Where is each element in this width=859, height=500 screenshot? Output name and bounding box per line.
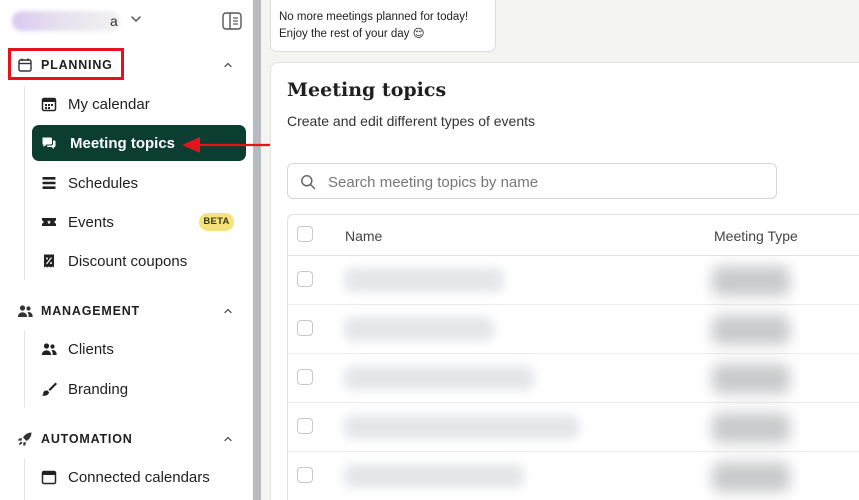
chat-bubbles-icon bbox=[42, 137, 56, 149]
tree-line bbox=[24, 331, 25, 407]
sidebar-item-label: Branding bbox=[68, 381, 129, 398]
toast-line-1: No more meetings planned for today! bbox=[279, 11, 469, 23]
calendar-icon bbox=[41, 470, 57, 485]
blurred-topic-name[interactable] bbox=[344, 268, 504, 292]
section-title: MANAGEMENT bbox=[41, 304, 140, 318]
blurred-topic-name[interactable] bbox=[344, 415, 579, 439]
coupon-icon bbox=[44, 254, 54, 268]
paintbrush-icon bbox=[42, 382, 57, 396]
section-management[interactable]: MANAGEMENT bbox=[0, 297, 253, 325]
table-row[interactable] bbox=[288, 403, 859, 452]
blurred-topic-name[interactable] bbox=[344, 464, 524, 488]
beta-badge: BETA bbox=[199, 213, 234, 231]
table-row[interactable] bbox=[288, 256, 859, 305]
users-icon bbox=[17, 305, 33, 317]
sidebar-item-label: My calendar bbox=[68, 96, 150, 113]
chevron-up-icon[interactable] bbox=[223, 60, 233, 70]
main-content: Meeting topics Create and edit different… bbox=[270, 62, 859, 500]
notification-toast: No more meetings planned for today! Enjo… bbox=[270, 0, 496, 52]
table-row[interactable] bbox=[288, 305, 859, 354]
stack-list-icon bbox=[42, 177, 56, 189]
search-box[interactable] bbox=[287, 163, 777, 199]
section-title: AUTOMATION bbox=[41, 432, 133, 446]
search-input[interactable] bbox=[328, 172, 768, 192]
section-automation[interactable]: AUTOMATION bbox=[0, 425, 253, 453]
chevron-down-icon[interactable] bbox=[130, 13, 142, 25]
sidebar-item-label: Events bbox=[68, 214, 114, 231]
tree-line bbox=[24, 459, 25, 500]
sidebar-item-label: Schedules bbox=[68, 175, 139, 192]
blurred-topic-name[interactable] bbox=[344, 366, 534, 390]
sidebar-item-discount-coupons[interactable]: Discount coupons bbox=[32, 243, 246, 279]
blurred-meeting-type bbox=[712, 413, 790, 443]
rocket-icon bbox=[18, 432, 32, 446]
sidebar-item-label: Discount coupons bbox=[68, 253, 188, 270]
blurred-meeting-type bbox=[712, 315, 790, 345]
workspace-name-tail: a bbox=[110, 13, 118, 29]
page-subtitle: Create and edit different types of event… bbox=[287, 113, 536, 129]
column-header-meeting-type[interactable]: Meeting Type bbox=[714, 228, 798, 244]
sidebar-item-label: Clients bbox=[68, 341, 114, 358]
sidebar-scrollbar[interactable] bbox=[253, 0, 261, 500]
users-icon bbox=[41, 343, 57, 355]
blurred-topic-name[interactable] bbox=[344, 317, 494, 341]
sidebar-item-label: Meeting topics bbox=[70, 135, 176, 152]
ticket-icon bbox=[42, 218, 56, 226]
sidebar-item-label: Connected calendars bbox=[68, 469, 210, 486]
row-checkbox[interactable] bbox=[297, 369, 313, 385]
app-window: a PLANNING My calendar Meeting topics Sc… bbox=[0, 0, 859, 500]
annotation-highlight-box bbox=[8, 48, 124, 80]
meeting-topics-table: Name Meeting Type bbox=[287, 214, 859, 500]
sidebar-collapse-icon[interactable] bbox=[222, 12, 242, 30]
row-checkbox[interactable] bbox=[297, 418, 313, 434]
chevron-up-icon[interactable] bbox=[223, 306, 233, 316]
toast-line-2: Enjoy the rest of your day 😌 bbox=[279, 28, 425, 40]
sidebar-item-connected-calendars[interactable]: Connected calendars bbox=[32, 459, 246, 495]
table-row[interactable] bbox=[288, 354, 859, 403]
blurred-meeting-type bbox=[712, 266, 790, 296]
chevron-up-icon[interactable] bbox=[223, 434, 233, 444]
row-checkbox[interactable] bbox=[297, 320, 313, 336]
sidebar-item-schedules[interactable]: Schedules bbox=[32, 165, 246, 201]
page-title: Meeting topics bbox=[287, 79, 447, 101]
sidebar-item-clients[interactable]: Clients bbox=[32, 331, 246, 367]
sidebar: a PLANNING My calendar Meeting topics Sc… bbox=[0, 0, 253, 500]
calendar-grid-icon bbox=[41, 97, 57, 112]
select-all-checkbox[interactable] bbox=[297, 226, 313, 242]
blurred-meeting-type bbox=[712, 364, 790, 394]
sidebar-item-events[interactable]: Events BETA bbox=[32, 204, 246, 240]
column-header-name[interactable]: Name bbox=[345, 228, 382, 244]
row-checkbox[interactable] bbox=[297, 271, 313, 287]
row-checkbox[interactable] bbox=[297, 467, 313, 483]
sidebar-item-my-calendar[interactable]: My calendar bbox=[32, 86, 246, 122]
table-header: Name Meeting Type bbox=[288, 215, 859, 256]
tree-line bbox=[24, 86, 25, 280]
workspace-name-blurred[interactable] bbox=[12, 11, 120, 31]
search-icon bbox=[301, 175, 316, 190]
workspace-header: a bbox=[0, 0, 253, 44]
blurred-meeting-type bbox=[712, 462, 790, 492]
table-row[interactable] bbox=[288, 452, 859, 500]
sidebar-item-branding[interactable]: Branding bbox=[32, 371, 246, 407]
